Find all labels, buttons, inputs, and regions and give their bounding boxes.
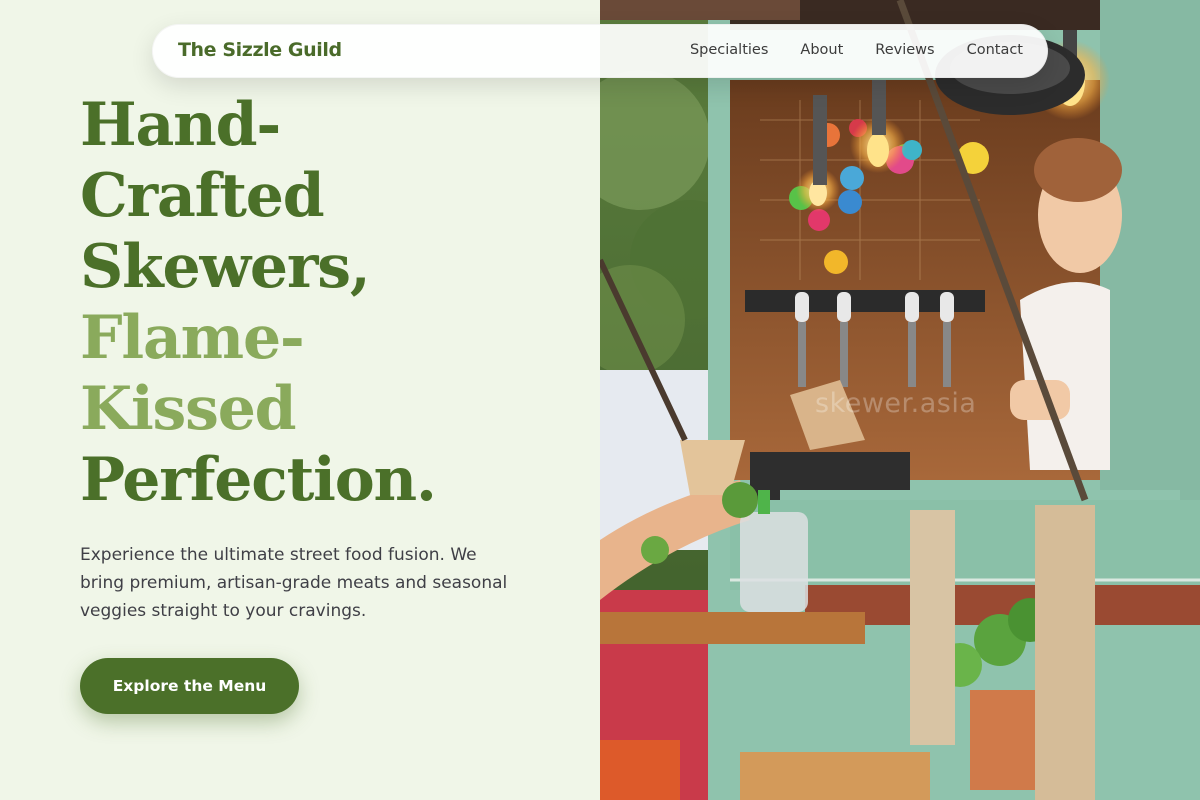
nav-link-contact[interactable]: Contact (967, 42, 1023, 58)
nav-link-about[interactable]: About (800, 42, 843, 58)
hero-headline: Hand- Crafted Skewers, Flame- Kissed Per… (80, 90, 437, 516)
headline-line-6: Perfection. (80, 445, 437, 515)
hero-photo: skewer.asia (600, 0, 1200, 800)
hero-description: Experience the ultimate street food fusi… (80, 545, 508, 621)
explore-menu-button[interactable]: Explore the Menu (80, 658, 299, 714)
nav-link-reviews[interactable]: Reviews (875, 42, 934, 58)
brand-logo-text[interactable]: The Sizzle Guild (178, 39, 342, 61)
headline-line-3: Skewers, (80, 232, 371, 302)
headline-line-5: Kissed (80, 374, 297, 444)
headline-line-1: Hand- (80, 90, 281, 160)
watermark-text: skewer.asia (815, 388, 977, 419)
headline-line-2: Crafted (80, 161, 325, 231)
nav-link-specialties[interactable]: Specialties (690, 42, 768, 58)
top-navigation: The Sizzle Guild Specialties About Revie… (152, 24, 1048, 78)
headline-line-4: Flame- (80, 303, 305, 373)
nav-links: Specialties About Reviews Contact (690, 42, 1023, 58)
